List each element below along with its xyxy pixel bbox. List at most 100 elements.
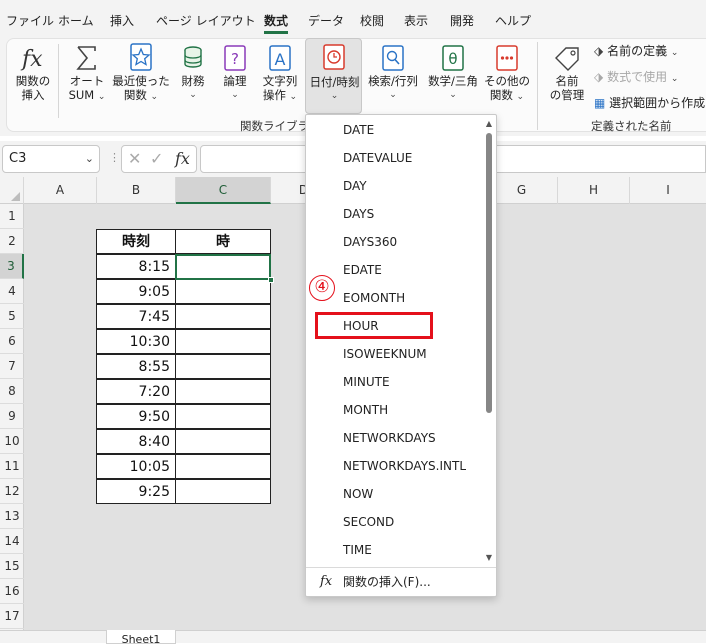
define-name-button[interactable]: ⬗ 名前の定義 ⌄ — [594, 42, 678, 59]
tab-help[interactable]: ヘルプ — [495, 12, 531, 29]
column-header-i[interactable]: I — [630, 177, 706, 204]
function-item-day[interactable]: DAY — [306, 172, 481, 200]
time-cell[interactable]: 10:30 — [96, 329, 176, 354]
more-functions-button[interactable]: その他の 関数 ⌄ — [484, 42, 530, 110]
function-item-isoweeknum[interactable]: ISOWEEKNUM — [306, 340, 481, 368]
tab-file[interactable]: ファイル — [6, 12, 54, 29]
tab-data[interactable]: データ — [308, 12, 344, 29]
header-cell-hour[interactable]: 時 — [175, 229, 271, 254]
datetime-button[interactable]: 日付/時刻 ⌄ — [305, 38, 362, 114]
fx-icon[interactable]: fx — [175, 149, 190, 168]
tab-home[interactable]: ホーム — [58, 12, 94, 29]
hour-cell[interactable] — [175, 354, 271, 379]
column-header-h[interactable]: H — [558, 177, 630, 204]
row-header[interactable]: 10 — [0, 429, 24, 454]
row-header[interactable]: 8 — [0, 379, 24, 404]
row-header[interactable]: 11 — [0, 454, 24, 479]
column-header-c[interactable]: C — [176, 177, 271, 204]
hour-cell[interactable] — [175, 304, 271, 329]
financial-button[interactable]: 財務 ⌄ — [176, 42, 210, 110]
hour-cell[interactable] — [175, 454, 271, 479]
financial-label: 財務 — [181, 74, 205, 88]
question-book-icon: ? — [224, 45, 246, 71]
function-item-date[interactable]: DATE — [306, 116, 481, 144]
row-header[interactable]: 5 — [0, 304, 24, 329]
name-manager-button[interactable]: 名前 の管理 — [544, 42, 590, 110]
math-trig-label: 数学/三角 — [428, 74, 478, 88]
time-cell[interactable]: 8:55 — [96, 354, 176, 379]
insert-function-label-1: 関数の — [15, 74, 51, 88]
insert-function-menu-item[interactable]: fx 関数の挿入(F)... — [306, 568, 496, 596]
autosum-button[interactable]: オート SUM ⌄ — [64, 42, 110, 110]
column-header-b[interactable]: B — [97, 177, 176, 204]
logical-button[interactable]: ? 論理 ⌄ — [218, 42, 252, 110]
tab-view[interactable]: 表示 — [404, 12, 428, 29]
time-cell[interactable]: 9:05 — [96, 279, 176, 304]
tab-formulas[interactable]: 数式 — [264, 12, 289, 34]
function-item-month[interactable]: MONTH — [306, 396, 481, 424]
tab-insert[interactable]: 挿入 — [110, 12, 134, 29]
dropdown-scrollbar[interactable]: ▲ ▼ — [484, 119, 494, 567]
row-header[interactable]: 14 — [0, 529, 24, 554]
time-cell[interactable]: 9:50 — [96, 404, 176, 429]
math-trig-button[interactable]: θ 数学/三角 ⌄ — [424, 42, 482, 110]
row-header[interactable]: 4 — [0, 279, 24, 304]
fx-icon: fx — [320, 574, 333, 589]
create-from-selection-button[interactable]: ▦ 選択範囲から作成 — [594, 94, 705, 111]
function-item-minute[interactable]: MINUTE — [306, 368, 481, 396]
text-button[interactable]: A 文字列 操作 ⌄ — [258, 42, 302, 110]
chevron-down-icon[interactable]: ⌄ — [85, 152, 94, 165]
function-item-networkdays-intl[interactable]: NETWORKDAYS.INTL — [306, 452, 481, 480]
hour-cell[interactable] — [175, 429, 271, 454]
hour-cell[interactable] — [175, 329, 271, 354]
time-cell[interactable]: 9:25 — [96, 479, 176, 504]
row-header[interactable]: 12 — [0, 479, 24, 504]
row-header[interactable]: 6 — [0, 329, 24, 354]
hour-cell[interactable] — [175, 279, 271, 304]
use-in-formula-button[interactable]: ⬗ 数式で使用 ⌄ — [594, 68, 678, 85]
hour-cell[interactable] — [175, 379, 271, 404]
function-item-days[interactable]: DAYS — [306, 200, 481, 228]
time-cell[interactable]: 7:45 — [96, 304, 176, 329]
scroll-up-arrow-icon[interactable]: ▲ — [484, 119, 494, 128]
name-box[interactable]: C3 ⌄ — [2, 145, 100, 173]
function-item-networkdays[interactable]: NETWORKDAYS — [306, 424, 481, 452]
recently-used-button[interactable]: 最近使った 関数 ⌄ — [112, 42, 170, 110]
header-cell-time[interactable]: 時刻 — [96, 229, 176, 254]
active-cell-c3[interactable] — [175, 254, 271, 280]
select-all-corner[interactable] — [0, 177, 24, 204]
row-header[interactable]: 1 — [0, 204, 24, 229]
insert-function-button[interactable]: fx 関数の 挿入 — [12, 42, 54, 110]
tab-developer[interactable]: 開発 — [450, 12, 474, 29]
scrollbar-thumb[interactable] — [486, 133, 492, 413]
time-cell[interactable]: 10:05 — [96, 454, 176, 479]
time-cell[interactable]: 8:15 — [96, 254, 176, 279]
hour-cell[interactable] — [175, 404, 271, 429]
row-header[interactable]: 7 — [0, 354, 24, 379]
function-item-datevalue[interactable]: DATEVALUE — [306, 144, 481, 172]
row-header[interactable]: 15 — [0, 554, 24, 579]
row-header[interactable]: 9 — [0, 404, 24, 429]
function-item-second[interactable]: SECOND — [306, 508, 481, 536]
enter-icon[interactable]: ✓ — [150, 149, 163, 168]
row-header[interactable]: 13 — [0, 504, 24, 529]
function-item-time[interactable]: TIME — [306, 536, 481, 564]
row-header[interactable]: 16 — [0, 579, 24, 604]
row-header-selected[interactable]: 3 — [0, 254, 24, 279]
function-item-days360[interactable]: DAYS360 — [306, 228, 481, 256]
time-cell[interactable]: 8:40 — [96, 429, 176, 454]
column-header-a[interactable]: A — [24, 177, 97, 204]
cancel-icon[interactable]: ✕ — [128, 149, 141, 168]
lookup-button[interactable]: 検索/行列 ⌄ — [366, 42, 420, 110]
tab-page-layout[interactable]: ページ レイアウト — [156, 12, 256, 29]
row-header[interactable]: 17 — [0, 604, 24, 629]
chevron-down-icon: ⌄ — [449, 90, 457, 100]
hour-cell[interactable] — [175, 479, 271, 504]
function-item-now[interactable]: NOW — [306, 480, 481, 508]
row-header[interactable]: 2 — [0, 229, 24, 254]
time-cell[interactable]: 7:20 — [96, 379, 176, 404]
scroll-down-arrow-icon[interactable]: ▼ — [484, 553, 494, 562]
fill-handle[interactable] — [268, 277, 274, 283]
tab-review[interactable]: 校閲 — [360, 12, 384, 29]
sheet-tab[interactable]: Sheet1 — [106, 630, 176, 644]
